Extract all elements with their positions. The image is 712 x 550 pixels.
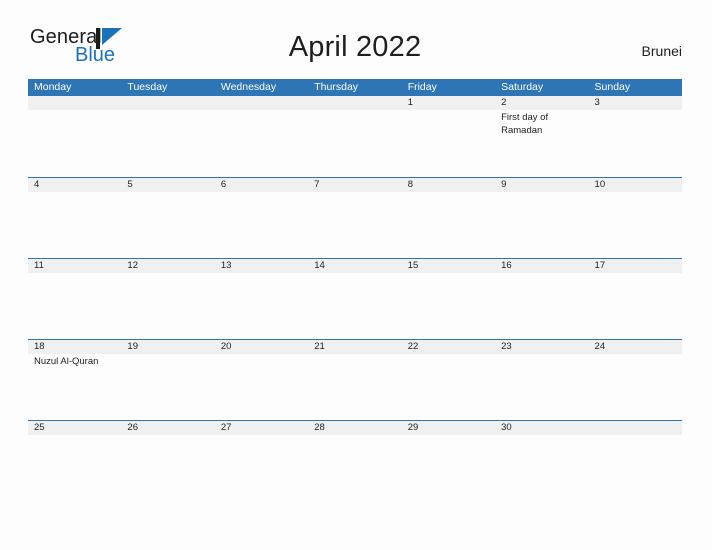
day-cell[interactable]: 26: [121, 421, 214, 501]
day-number: 24: [594, 341, 606, 352]
day-cell[interactable]: 12: [121, 259, 214, 339]
day-number: [595, 421, 682, 435]
day-number: 26: [127, 422, 138, 433]
weekday-header-friday: Friday: [407, 81, 437, 93]
day-number: 6: [220, 179, 227, 190]
calendar-grid: Monday Tuesday Wednesday Thursday Friday…: [28, 79, 682, 501]
day-cell[interactable]: 1: [402, 96, 495, 177]
day-number: 16: [501, 260, 512, 271]
calendar-week-row: 11 12 13 14 15 16 17: [28, 258, 682, 339]
day-cell[interactable]: 18 Nuzul Al-Quran: [28, 340, 121, 420]
day-cell[interactable]: 13: [215, 259, 308, 339]
day-cell[interactable]: 15: [402, 259, 495, 339]
day-cell[interactable]: 11: [28, 259, 121, 339]
weekday-header-sunday: Sunday: [594, 81, 631, 93]
region-label: Brunei: [641, 43, 682, 59]
day-cell[interactable]: 10: [589, 178, 682, 258]
day-number: 3: [594, 97, 600, 108]
day-number: 7: [314, 179, 320, 190]
page-title: April 2022: [288, 31, 422, 63]
day-number: 8: [407, 179, 413, 190]
day-number: 11: [34, 260, 44, 271]
day-number: 23: [501, 341, 512, 352]
day-number: 14: [314, 260, 325, 271]
day-number: 10: [594, 179, 606, 190]
calendar-week-row: 25 26 27 28 29 30: [28, 420, 682, 501]
day-number: 15: [407, 260, 419, 271]
day-cell-empty: [28, 96, 121, 177]
day-number: 19: [127, 341, 138, 352]
week-cells: 1 2 First day of Ramadan 3: [28, 96, 682, 177]
week-cells: 18 Nuzul Al-Quran 19 20 21 22 23 24: [28, 340, 682, 420]
day-number: [34, 96, 121, 110]
week-cells: 4 5 6 7 8 9 10: [28, 178, 682, 258]
day-cell[interactable]: 30: [495, 421, 588, 501]
holiday-event-label: First day of Ramadan: [501, 112, 549, 136]
weekday-header-thursday: Thursday: [314, 81, 359, 93]
day-cell[interactable]: 21: [308, 340, 401, 420]
day-cell-empty: [589, 421, 682, 501]
week-cells: 11 12 13 14 15 16 17: [28, 259, 682, 339]
weekday-header-saturday: Saturday: [501, 81, 544, 93]
day-cell[interactable]: 17: [589, 259, 682, 339]
day-cell-empty: [121, 96, 214, 177]
day-number: [127, 96, 214, 110]
day-cell[interactable]: 8: [402, 178, 495, 258]
day-number: 5: [127, 179, 133, 190]
day-number: 12: [127, 260, 138, 271]
day-cell[interactable]: 23: [495, 340, 588, 420]
day-cell[interactable]: 5: [121, 178, 214, 258]
weekday-header-monday: Monday: [34, 81, 72, 93]
day-cell-empty: [215, 96, 308, 177]
day-number: 9: [501, 179, 507, 190]
day-number: 13: [220, 260, 232, 271]
weekday-header-wednesday: Wednesday: [220, 81, 277, 93]
weekday-header-row: Monday Tuesday Wednesday Thursday Friday…: [28, 79, 682, 96]
day-cell[interactable]: 19: [121, 340, 214, 420]
day-number: 18: [34, 341, 45, 352]
calendar-week-row: 4 5 6 7 8 9 10: [28, 177, 682, 258]
day-events: Nuzul Al-Quran: [34, 354, 121, 369]
day-number: 4: [34, 179, 40, 190]
calendar-page: General Blue April 2022 Brunei Monday Tu…: [0, 0, 712, 550]
day-number: 22: [407, 341, 419, 352]
holiday-event-label: Nuzul Al-Quran: [34, 356, 99, 367]
day-cell[interactable]: 27: [215, 421, 308, 501]
calendar-weeks: 1 2 First day of Ramadan 3 4 5 6 7 8 9 10 11 12 13 14 1…: [28, 96, 682, 501]
day-number: 28: [314, 422, 325, 433]
day-number: 21: [314, 341, 325, 352]
day-cell[interactable]: 9: [495, 178, 588, 258]
day-number: 1: [407, 97, 413, 108]
day-number: 27: [220, 422, 232, 433]
weekday-header-tuesday: Tuesday: [127, 81, 168, 93]
day-number: 29: [407, 422, 419, 433]
day-number: 20: [220, 341, 232, 352]
day-cell[interactable]: 22: [402, 340, 495, 420]
day-cell[interactable]: 14: [308, 259, 401, 339]
day-cell-empty: [308, 96, 401, 177]
day-number: 17: [594, 260, 606, 271]
day-cell[interactable]: 20: [215, 340, 308, 420]
day-cell[interactable]: 25: [28, 421, 121, 501]
day-cell[interactable]: 3: [589, 96, 682, 177]
day-cell[interactable]: 24: [589, 340, 682, 420]
day-number: [314, 96, 401, 110]
day-number: 2: [501, 97, 507, 108]
day-cell[interactable]: 29: [402, 421, 495, 501]
day-events: First day of Ramadan: [501, 110, 588, 137]
week-cells: 25 26 27 28 29 30: [28, 421, 682, 501]
day-number: 25: [34, 422, 45, 433]
day-cell[interactable]: 7: [308, 178, 401, 258]
calendar-week-row: 18 Nuzul Al-Quran 19 20 21 22 23 24: [28, 339, 682, 420]
day-number: [221, 96, 308, 110]
day-number: 30: [501, 422, 512, 433]
page-header: General Blue April 2022 Brunei: [28, 22, 682, 74]
day-cell[interactable]: 16: [495, 259, 588, 339]
day-cell[interactable]: 28: [308, 421, 401, 501]
day-cell[interactable]: 4: [28, 178, 121, 258]
day-cell[interactable]: 6: [215, 178, 308, 258]
day-cell[interactable]: 2 First day of Ramadan: [495, 96, 588, 177]
calendar-week-row: 1 2 First day of Ramadan 3: [28, 96, 682, 177]
